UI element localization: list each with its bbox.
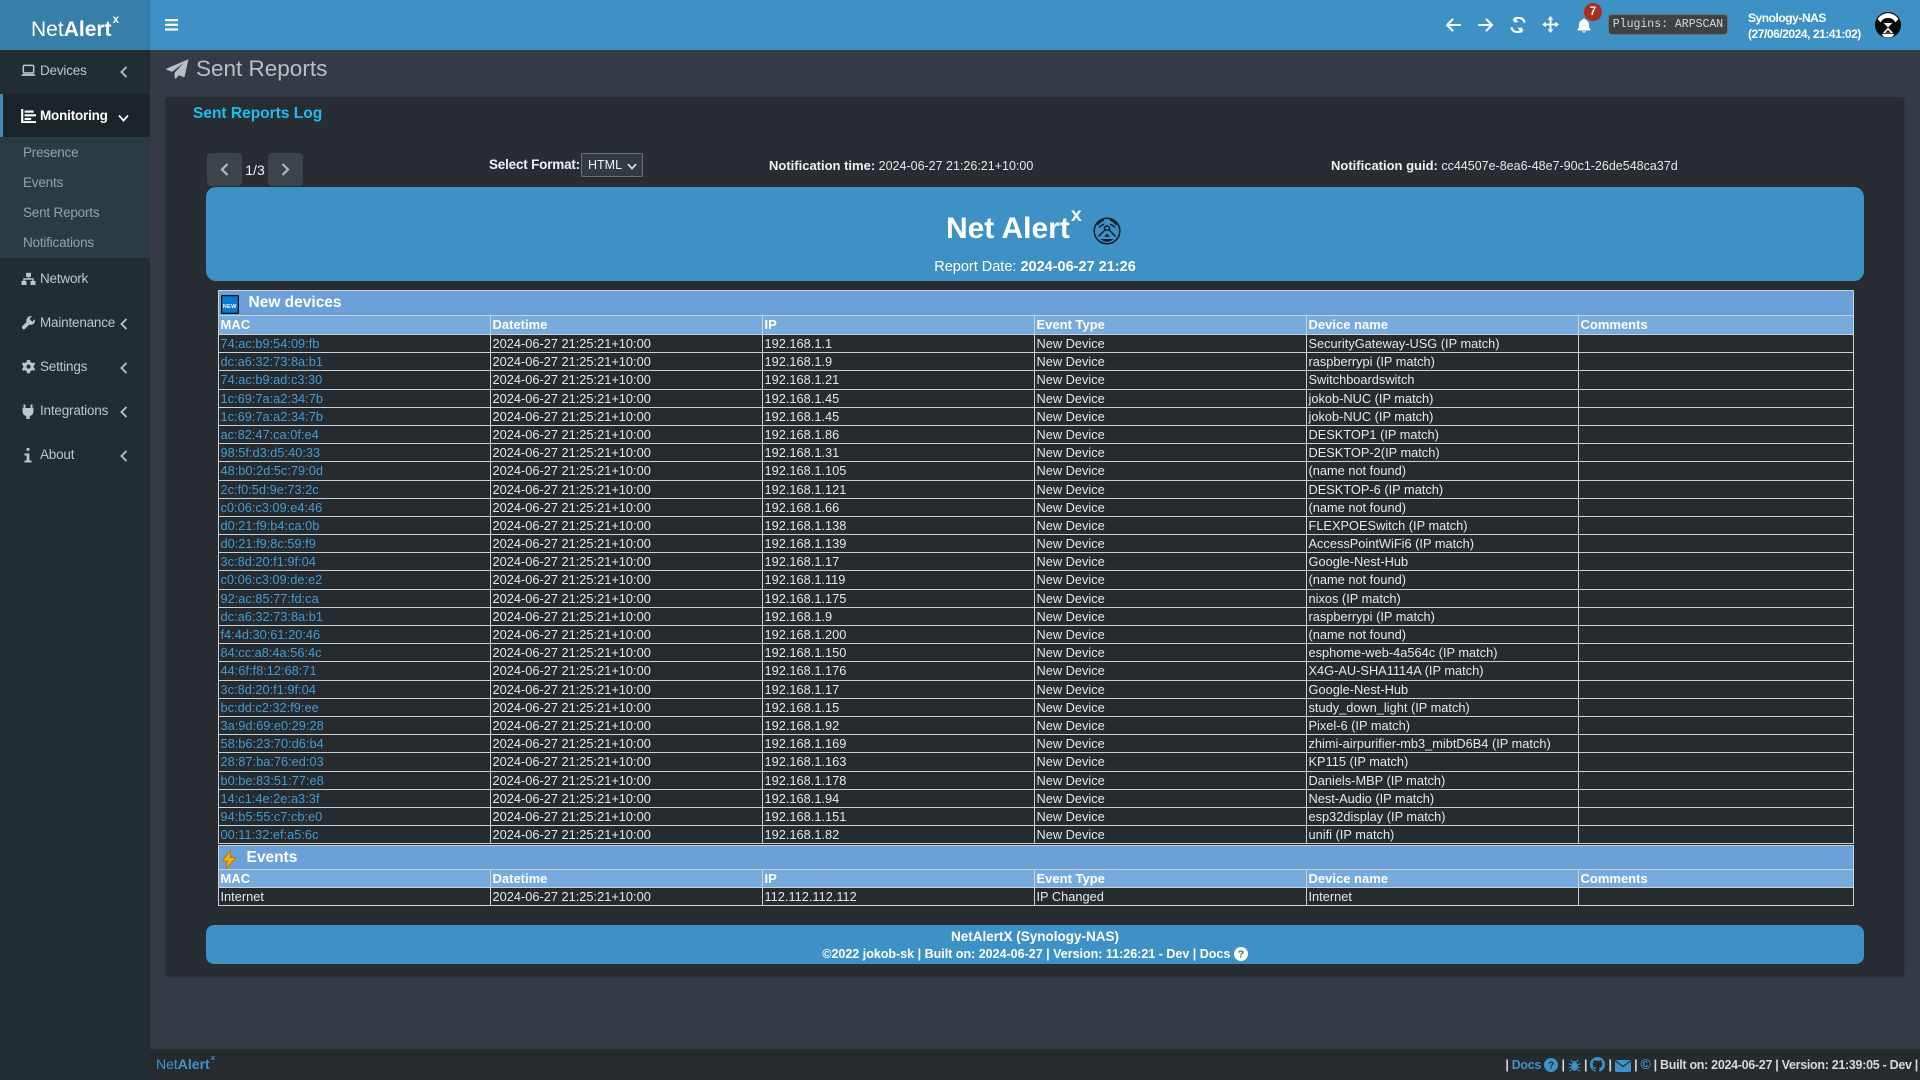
svg-text:?: ? [1238, 949, 1244, 961]
svg-text:?: ? [1548, 1061, 1554, 1072]
svg-text:NEW: NEW [222, 304, 236, 310]
